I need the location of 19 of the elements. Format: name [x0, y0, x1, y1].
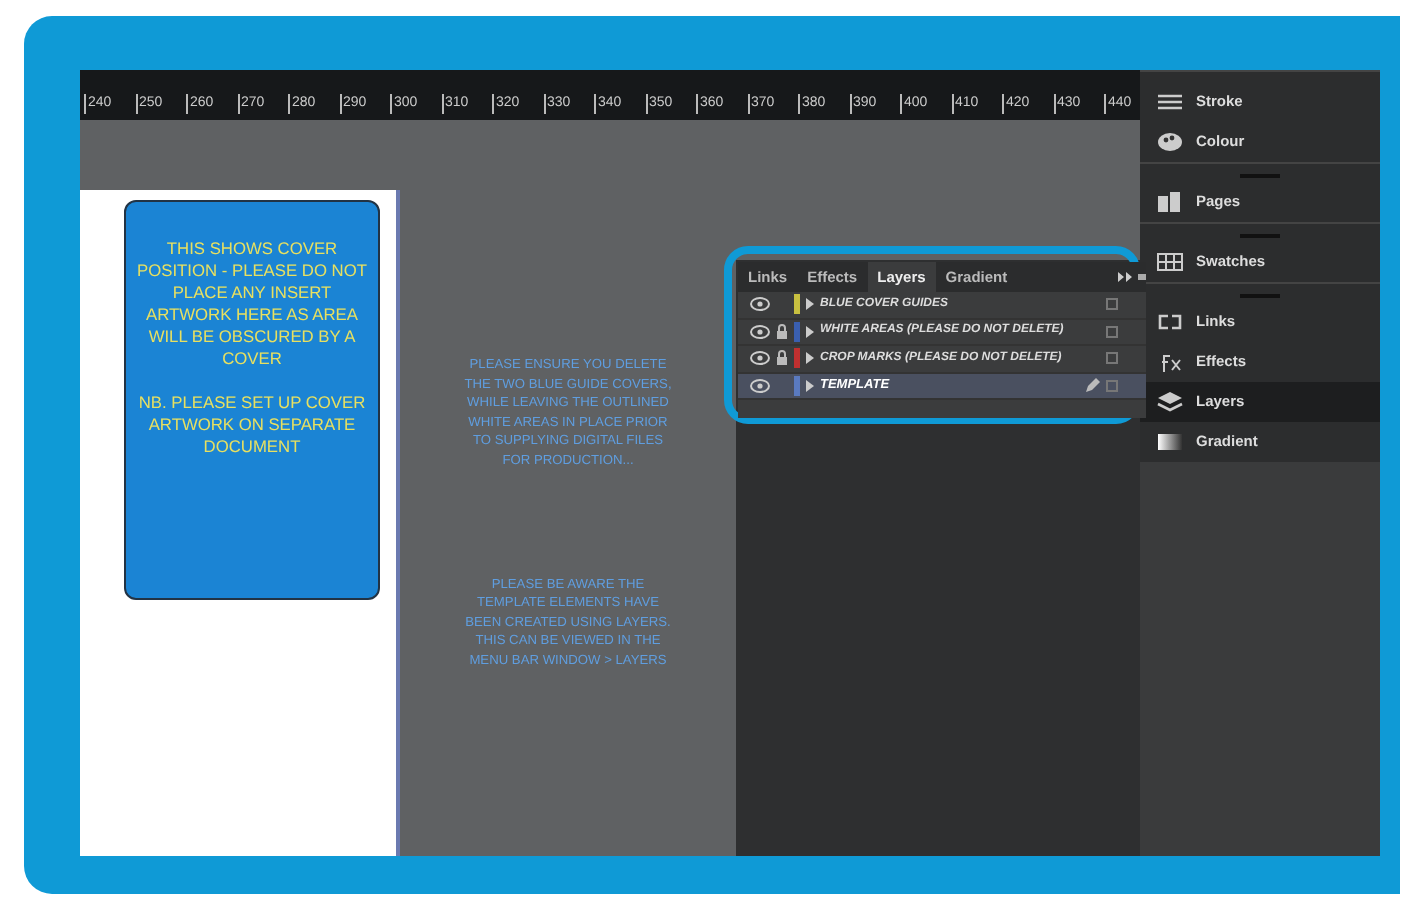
- expand-icon: [806, 379, 814, 392]
- target-square: [1106, 352, 1118, 365]
- expand-icon: [806, 352, 814, 365]
- target-square: [1106, 325, 1118, 338]
- pages-icon: [1156, 190, 1184, 214]
- target-square: [1106, 298, 1118, 311]
- target-square: [1106, 379, 1118, 392]
- layers-icon: [1156, 390, 1184, 414]
- swatches-icon: [1156, 250, 1184, 274]
- stroke-icon: [1156, 90, 1184, 114]
- palette-icon: [1156, 130, 1184, 154]
- link-icon: [1156, 310, 1184, 334]
- fx-icon: [1156, 350, 1184, 374]
- cover-note: NB. PLEASE SET UP COVER ARTWORK ON SEPARATE DOCUMENT: [136, 392, 368, 458]
- expand-icon: [806, 298, 814, 311]
- pencil-icon: [1086, 378, 1100, 393]
- gradient-icon: [1156, 430, 1184, 454]
- expand-icon: [806, 325, 814, 338]
- cover-note: THIS SHOWS COVER POSITION - PLEASE DO NOT PLACE ANY INSERT ARTWORK HERE AS AREA WILL BE OBSCURED BY A COVER: [135, 238, 369, 370]
